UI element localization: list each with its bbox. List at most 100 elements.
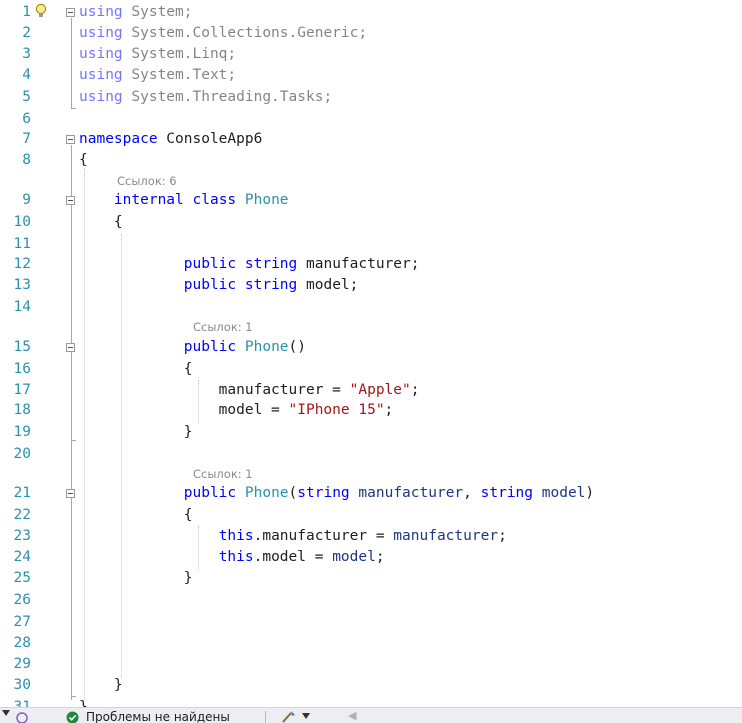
code-text[interactable]: this.manufacturer = manufacturer; [79,526,507,547]
code-line[interactable]: 22 { [0,505,742,526]
navigation-arrow-icon[interactable]: ◀ [348,709,356,722]
code-token: model [542,485,586,501]
code-text[interactable]: public Phone(string manufacturer, string… [79,483,594,504]
code-text[interactable]: } [79,697,88,707]
code-line[interactable]: 25 } [0,568,742,589]
copilot-icon[interactable] [15,711,29,723]
code-token: this [219,528,254,544]
code-token: public [184,256,236,272]
code-token: using [79,46,123,62]
code-line[interactable]: 16 { [0,359,742,380]
code-text[interactable]: this.model = model; [79,547,385,568]
code-line[interactable]: 3using System.Linq; [0,44,742,65]
code-line[interactable]: 14 [0,297,742,318]
issues-status-text[interactable]: Проблемы не найдены [86,708,230,723]
code-line[interactable]: 26 [0,590,742,611]
code-token [79,277,184,293]
code-text[interactable]: namespace ConsoleApp6 [79,129,262,150]
code-line[interactable]: 2using System.Collections.Generic; [0,23,742,44]
code-text[interactable]: } [79,422,193,443]
code-line[interactable]: 24 this.model = model; [0,547,742,568]
code-cleanup-brush-icon[interactable] [281,710,297,723]
codelens-references-ctor2[interactable]: Ссылок: 1 [193,467,253,481]
code-text[interactable]: { [79,150,88,171]
code-text[interactable]: } [79,675,123,696]
code-text[interactable]: public Phone() [79,337,306,358]
code-line[interactable]: 28 [0,633,742,654]
code-token: , [463,485,480,501]
code-text[interactable]: public string manufacturer; [79,254,420,275]
line-number: 15 [0,337,31,358]
code-line[interactable]: 13 public string model; [0,275,742,296]
code-line[interactable]: 11 [0,234,742,255]
code-token: } [79,570,193,586]
code-text[interactable]: using System.Threading.Tasks; [79,87,332,108]
code-text[interactable]: manufacturer = "Apple"; [79,380,419,401]
code-line[interactable]: 4 using System.Text; [0,65,742,86]
code-text[interactable]: { [79,359,193,380]
code-text[interactable]: { [79,505,193,526]
code-line[interactable]: 27 [0,612,742,633]
code-line[interactable]: 9 internal class Phone [0,190,742,211]
code-line[interactable]: 18 model = "IPhone 15"; [0,400,742,421]
code-text[interactable]: using System.Collections.Generic; [79,23,367,44]
line-number: 10 [0,212,31,233]
code-line[interactable]: 6 [0,109,742,130]
code-line[interactable]: 15 public Phone() [0,337,742,358]
code-token: manufacturer [393,528,498,544]
code-line[interactable]: 20 [0,444,742,465]
line-number: 7 [0,129,31,150]
line-number: 13 [0,275,31,296]
status-divider [265,711,266,723]
code-editor[interactable]: Ссылок: 6 Ссылок: 1 Ссылок: 1 1using Sys… [0,0,742,707]
code-token: { [79,152,88,168]
code-token [236,256,245,272]
line-number: 12 [0,254,31,275]
codelens-references-class[interactable]: Ссылок: 6 [117,174,177,188]
code-text[interactable]: internal class Phone [79,190,289,211]
code-text[interactable]: using System; [79,2,193,23]
code-token: manufacturer [358,485,463,501]
line-number: 16 [0,359,31,380]
code-text[interactable]: } [79,568,193,589]
code-text[interactable]: model = "IPhone 15"; [79,400,393,421]
dropdown-arrow-icon[interactable] [2,710,10,716]
code-token [79,549,219,565]
codelens-references-ctor1[interactable]: Ссылок: 1 [193,320,253,334]
code-line[interactable]: 5using System.Threading.Tasks; [0,87,742,108]
line-number: 28 [0,633,31,654]
code-token: using [79,89,123,105]
code-token: { [79,507,193,523]
code-text[interactable]: { [79,212,123,233]
code-text[interactable]: using System.Linq; [79,44,236,65]
code-token: .model = [254,549,333,565]
code-token: public [184,485,236,501]
code-line[interactable]: 1using System; [0,2,742,23]
code-text[interactable]: using System.Text; [79,65,236,86]
line-number: 20 [0,444,31,465]
line-number: 18 [0,400,31,421]
status-bar: Проблемы не найдены ◀ [0,707,742,723]
line-number: 4 [0,65,31,86]
code-line[interactable]: 8{ [0,150,742,171]
code-line[interactable]: 7 namespace ConsoleApp6 [0,129,742,150]
code-line[interactable]: 29 [0,654,742,675]
code-token [236,277,245,293]
line-number: 24 [0,547,31,568]
code-line[interactable]: 19 } [0,422,742,443]
code-line[interactable]: 17 manufacturer = "Apple"; [0,380,742,401]
code-token: "Apple" [350,382,411,398]
dropdown-arrow-icon[interactable] [302,713,310,719]
code-text[interactable]: public string model; [79,275,358,296]
code-token: } [79,424,193,440]
code-token [533,485,542,501]
code-line[interactable]: 10 { [0,212,742,233]
code-token: ; [376,549,385,565]
code-line[interactable]: 12 public string manufacturer; [0,254,742,275]
code-line[interactable]: 30 } [0,675,742,696]
code-token: { [79,214,123,230]
code-line[interactable]: 21 public Phone(string manufacturer, str… [0,483,742,504]
code-line[interactable]: 31} [0,697,742,707]
code-line[interactable]: 23 this.manufacturer = manufacturer; [0,526,742,547]
line-number: 22 [0,505,31,526]
